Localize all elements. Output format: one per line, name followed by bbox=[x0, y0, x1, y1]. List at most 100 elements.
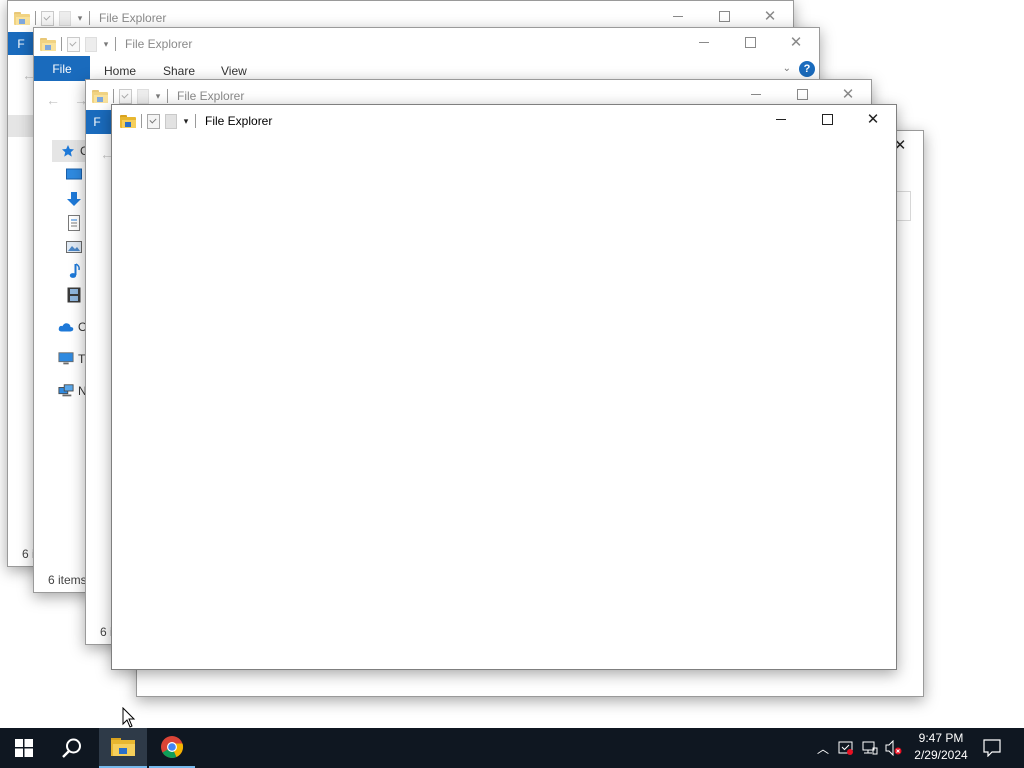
minimize-button[interactable] bbox=[681, 28, 727, 56]
separator bbox=[89, 11, 90, 25]
separator bbox=[115, 37, 116, 51]
close-icon: ✕ bbox=[866, 111, 880, 128]
new-folder-icon[interactable] bbox=[165, 113, 177, 129]
onedrive-icon bbox=[58, 319, 74, 335]
minimize-icon bbox=[751, 93, 761, 95]
separator bbox=[141, 114, 142, 128]
minimize-button[interactable] bbox=[758, 105, 804, 133]
separator bbox=[61, 37, 62, 51]
minimize-button[interactable] bbox=[655, 2, 701, 30]
file-tab-label: F bbox=[17, 36, 25, 51]
nav-network[interactable]: N bbox=[58, 383, 87, 399]
maximize-icon bbox=[821, 113, 833, 125]
taskbar-chrome[interactable] bbox=[149, 728, 195, 768]
close-button[interactable]: ✕ bbox=[850, 105, 896, 133]
star-icon bbox=[60, 143, 76, 159]
desktop-icon bbox=[66, 167, 82, 183]
customize-toolbar-icon[interactable]: ▾ bbox=[154, 91, 162, 102]
properties-icon[interactable] bbox=[119, 88, 132, 104]
title-bar[interactable]: ▾ File Explorer ✕ bbox=[8, 1, 793, 29]
properties-icon[interactable] bbox=[41, 10, 54, 26]
window-title: File Explorer bbox=[177, 89, 245, 103]
close-icon: ✕ bbox=[763, 8, 777, 25]
folder-icon bbox=[40, 37, 56, 51]
folder-icon bbox=[14, 11, 30, 25]
nav-music[interactable] bbox=[66, 263, 82, 279]
system-tray: ︿ bbox=[812, 728, 906, 768]
customize-toolbar-icon[interactable]: ▾ bbox=[102, 39, 110, 50]
title-bar[interactable]: ▾ File Explorer ✕ bbox=[34, 28, 819, 56]
video-icon bbox=[66, 287, 82, 303]
action-center-button[interactable] bbox=[978, 728, 1006, 768]
separator bbox=[167, 89, 168, 103]
separator bbox=[113, 89, 114, 103]
expand-ribbon-icon[interactable]: ⌄ bbox=[783, 63, 791, 74]
notification-icon bbox=[983, 739, 1001, 757]
new-folder-icon[interactable] bbox=[85, 36, 97, 52]
start-button[interactable] bbox=[0, 728, 48, 768]
start-icon bbox=[15, 739, 33, 757]
file-explorer-window-4[interactable]: ▾ File Explorer ✕ bbox=[111, 104, 897, 670]
minimize-icon bbox=[699, 41, 709, 43]
tab-share[interactable]: Share bbox=[163, 64, 195, 78]
clock-date: 2/29/2024 bbox=[914, 748, 968, 762]
taskbar-file-explorer[interactable] bbox=[99, 728, 147, 768]
customize-toolbar-icon[interactable]: ▾ bbox=[182, 116, 190, 127]
file-tab-label: F bbox=[93, 115, 101, 129]
minimize-icon bbox=[673, 15, 683, 17]
tab-view[interactable]: View bbox=[221, 64, 247, 78]
title-bar[interactable]: ▾ File Explorer ✕ bbox=[112, 105, 896, 133]
close-icon: ✕ bbox=[841, 86, 855, 103]
tab-file[interactable]: File bbox=[34, 56, 90, 81]
status-bar: 6 items bbox=[48, 573, 87, 587]
new-folder-icon[interactable] bbox=[137, 88, 149, 104]
download-icon bbox=[66, 191, 82, 207]
maximize-button[interactable] bbox=[727, 28, 773, 56]
window-title: File Explorer bbox=[99, 11, 167, 25]
nav-this-pc[interactable]: T bbox=[58, 351, 85, 367]
properties-icon[interactable] bbox=[147, 113, 160, 129]
back-arrow-icon[interactable]: ← bbox=[46, 92, 60, 108]
maximize-icon bbox=[796, 88, 808, 100]
network-tray-icon[interactable] bbox=[858, 740, 882, 756]
help-icon[interactable]: ? bbox=[799, 61, 815, 77]
close-button[interactable]: ✕ bbox=[773, 28, 819, 56]
taskbar: ︿ 9:47 PM 2/29/2024 bbox=[0, 728, 1024, 768]
nav-pictures[interactable] bbox=[66, 239, 82, 255]
nav-downloads[interactable] bbox=[66, 191, 82, 207]
maximize-icon bbox=[718, 10, 730, 22]
close-button[interactable]: ✕ bbox=[747, 2, 793, 30]
security-icon[interactable] bbox=[834, 740, 858, 756]
customize-toolbar-icon[interactable]: ▾ bbox=[76, 13, 84, 24]
search-button[interactable] bbox=[48, 728, 96, 768]
network-icon bbox=[58, 383, 74, 399]
nav-desktop[interactable] bbox=[66, 167, 82, 183]
document-icon bbox=[66, 215, 82, 231]
window-title: File Explorer bbox=[125, 37, 193, 51]
nav-onedrive[interactable]: O bbox=[58, 319, 87, 335]
window-title: File Explorer bbox=[205, 114, 273, 128]
search-icon bbox=[62, 738, 81, 758]
chrome-icon bbox=[161, 736, 184, 758]
separator bbox=[35, 11, 36, 25]
maximize-button[interactable] bbox=[701, 2, 747, 30]
folder-icon bbox=[92, 89, 108, 103]
folder-icon bbox=[120, 114, 136, 128]
separator bbox=[195, 114, 196, 128]
maximize-button[interactable] bbox=[804, 105, 850, 133]
clock-time: 9:47 PM bbox=[918, 731, 964, 745]
properties-icon[interactable] bbox=[67, 36, 80, 52]
maximize-icon bbox=[744, 36, 756, 48]
close-icon: ✕ bbox=[789, 34, 803, 51]
picture-icon bbox=[66, 239, 82, 255]
nav-videos[interactable] bbox=[66, 287, 82, 303]
this-pc-icon bbox=[58, 351, 74, 367]
chevron-up-icon[interactable]: ︿ bbox=[812, 740, 834, 757]
tab-home[interactable]: Home bbox=[104, 64, 136, 78]
new-folder-icon[interactable] bbox=[59, 10, 71, 26]
nav-documents[interactable] bbox=[66, 215, 82, 231]
music-icon bbox=[66, 263, 82, 279]
file-explorer-icon bbox=[111, 738, 135, 756]
minimize-icon bbox=[776, 118, 786, 120]
system-clock[interactable]: 9:47 PM 2/29/2024 bbox=[900, 730, 982, 766]
